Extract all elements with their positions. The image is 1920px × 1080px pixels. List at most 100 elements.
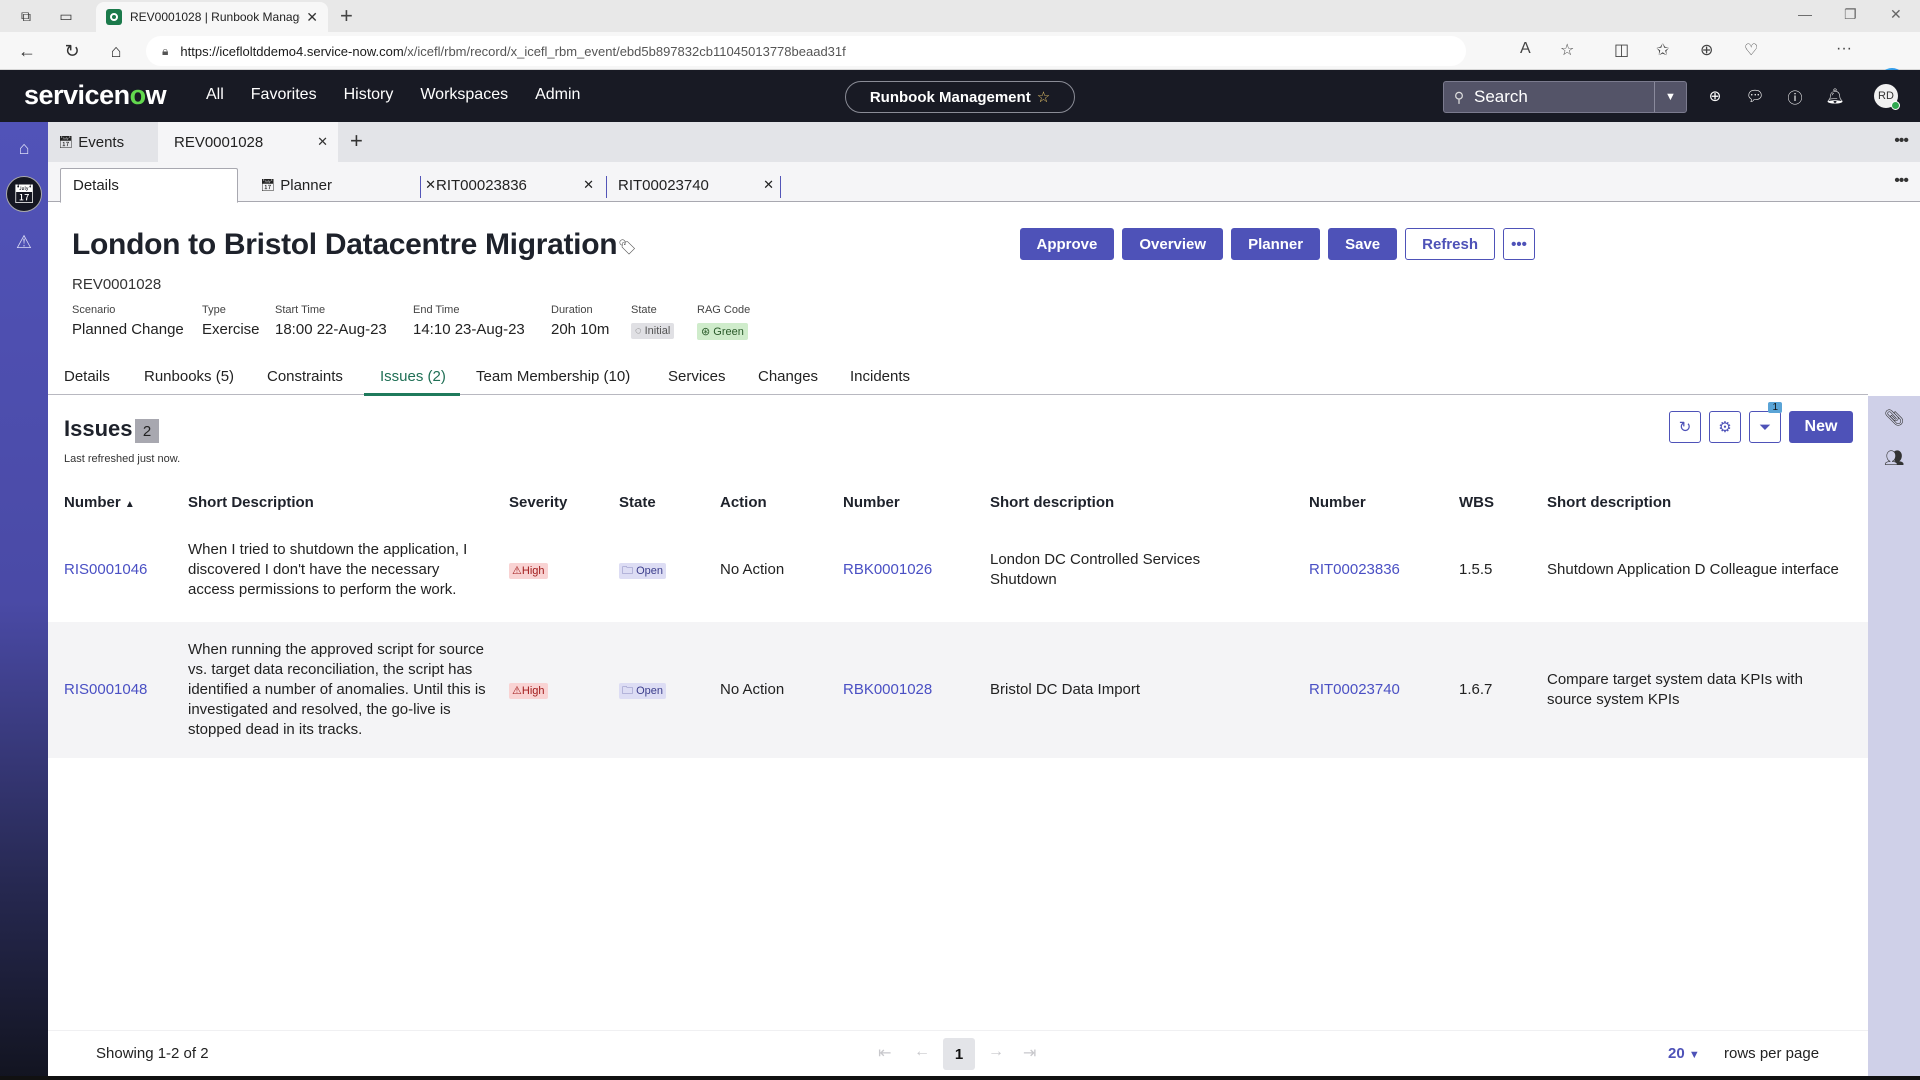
tab-changes[interactable]: Changes [758,368,818,385]
favorites-icon[interactable]: ✩ [1656,40,1669,60]
close-window-icon[interactable]: ✕ [1890,6,1902,23]
list-settings-button[interactable]: ⚙ [1709,411,1741,443]
workspaces-icon[interactable]: ⧉ [16,6,36,26]
task-number-link[interactable]: RIT00023836 [1309,561,1400,578]
reload-icon[interactable]: ↻ [61,40,83,62]
planner-button[interactable]: Planner [1231,228,1321,260]
more-icon[interactable]: ••• [1894,132,1909,150]
browser-tab[interactable]: REV0001028 | Runbook Management ✕ [96,2,328,32]
tab-team-membership[interactable]: Team Membership (10) [476,368,630,385]
filter-button[interactable]: ⏷ 1 [1749,402,1782,443]
globe-icon[interactable]: ⊕ [1705,87,1725,105]
overview-button[interactable]: Overview [1122,228,1224,260]
runbook-number-link[interactable]: RBK0001028 [843,681,932,698]
col-runbook-number[interactable]: Number [843,486,990,518]
home-icon[interactable]: ⌂ [8,132,40,164]
tab-runbooks[interactable]: Runbooks (5) [144,368,234,385]
col-number[interactable]: Number ▲ [48,486,188,518]
calendar-clock-icon[interactable]: 📅︎ [6,176,42,212]
ws-tab-record[interactable]: REV0001028 ✕ [158,122,338,162]
nav-history[interactable]: History [344,86,394,104]
field-state: State ◌ Initial [631,304,675,339]
ws-tab-events[interactable]: 📅︎ Events [48,122,158,162]
refresh-button[interactable]: Refresh [1405,228,1495,260]
close-tab-icon[interactable]: ✕ [317,134,328,150]
col-short-description[interactable]: Short Description [188,486,509,518]
split-screen-icon[interactable]: ◫ [1614,40,1629,60]
attachment-icon[interactable]: 📎︎ [1884,408,1904,428]
tab-issues[interactable]: Issues (2) [380,368,446,385]
sub-tab-rit00023740[interactable]: RIT00023740 ✕ [606,168,786,202]
servicenow-logo[interactable]: servicenow [24,80,167,111]
col-task-number[interactable]: Number [1309,486,1459,518]
approve-button[interactable]: Approve [1019,228,1115,260]
nav-workspaces[interactable]: Workspaces [420,86,508,104]
tab-actions-icon[interactable]: ▭ [56,6,76,26]
add-tab-icon[interactable]: + [350,128,363,154]
restore-icon[interactable]: ❐ [1844,6,1857,23]
more-icon[interactable]: ••• [1894,172,1909,190]
url-input[interactable]: 🔒︎ https://icefloltddemo4.service-now.co… [146,36,1466,66]
next-page-icon[interactable]: → [988,1043,1004,1061]
tab-details[interactable]: Details [64,368,110,385]
nav-all[interactable]: All [206,86,224,104]
new-issue-button[interactable]: New [1789,411,1853,443]
favorite-star-icon[interactable]: ☆ [1560,40,1574,60]
more-icon[interactable]: ··· [1836,40,1852,58]
col-runbook-description[interactable]: Short description [990,486,1309,518]
close-tab-icon[interactable]: ✕ [583,177,594,193]
field-type: Type Exercise [202,304,260,338]
help-icon[interactable]: ⓘ [1785,87,1805,108]
field-label: Scenario [72,304,116,316]
tab-constraints[interactable]: Constraints [267,368,343,385]
first-page-icon[interactable]: ⇤ [878,1043,891,1063]
close-tab-icon[interactable]: ✕ [763,177,774,193]
sub-tab-planner[interactable]: 📅︎ Planner ✕ [248,168,448,202]
browser-essentials-icon[interactable]: ♡ [1744,40,1758,60]
last-page-icon[interactable]: ⇥ [1023,1043,1036,1063]
bell-icon[interactable]: 🔔︎ [1825,87,1845,105]
read-aloud-icon[interactable]: A [1520,40,1531,58]
search-scope-dropdown[interactable]: ▼ [1654,82,1686,112]
save-button[interactable]: Save [1328,228,1398,260]
previous-page-icon[interactable]: ← [914,1043,930,1061]
tab-incidents[interactable]: Incidents [850,368,910,385]
refresh-list-button[interactable]: ↻ [1669,411,1701,443]
table-row[interactable]: RIS0001046 When I tried to shutdown the … [48,518,1868,622]
global-search[interactable]: ⚲ Search ▼ [1443,81,1687,113]
more-actions-button[interactable]: ••• [1503,228,1535,260]
sub-tab-rit00023836[interactable]: RIT00023836 ✕ [424,168,606,202]
col-task-description[interactable]: Short description [1547,486,1868,518]
nav-admin[interactable]: Admin [535,86,580,104]
nav-favorites[interactable]: Favorites [251,86,317,104]
app-name: Runbook Management [869,88,1031,106]
runbook-number-link[interactable]: RBK0001026 [843,561,932,578]
favorite-star-icon[interactable]: ☆ [1037,88,1050,106]
minimize-icon[interactable]: — [1798,6,1812,22]
rows-per-page-select[interactable]: 20 ▼ [1668,1045,1700,1062]
col-state[interactable]: State [619,486,720,518]
issue-number-link[interactable]: RIS0001046 [64,561,147,578]
table-row[interactable]: RIS0001048 When running the approved scr… [48,622,1868,758]
user-avatar[interactable]: RD [1874,84,1900,110]
warning-icon[interactable]: ⚠ [8,226,40,258]
task-number-link[interactable]: RIT00023740 [1309,681,1400,698]
chat-icon[interactable]: 💬︎ [1745,87,1765,105]
tab-services[interactable]: Services [668,368,726,385]
col-wbs[interactable]: WBS [1459,486,1547,518]
lock-icon[interactable]: 🔒︎ [162,44,168,59]
col-action[interactable]: Action [720,486,843,518]
collections-icon[interactable]: ⊕ [1700,40,1713,60]
close-tab-icon[interactable]: ✕ [306,9,318,26]
home-icon[interactable]: ⌂ [105,40,127,62]
tag-icon[interactable]: 🏷︎ [618,238,637,256]
search-input[interactable]: Search [1474,87,1654,107]
sub-tab-details[interactable]: Details [60,168,238,203]
col-severity[interactable]: Severity [509,486,619,518]
issue-number-link[interactable]: RIS0001048 [64,681,147,698]
back-icon[interactable]: ← [16,40,38,62]
team-icon[interactable]: 👥︎ [1884,448,1904,468]
new-tab-icon[interactable]: + [340,3,353,29]
app-name-pill[interactable]: Runbook Management ☆ [845,81,1075,113]
current-page[interactable]: 1 [943,1038,975,1070]
